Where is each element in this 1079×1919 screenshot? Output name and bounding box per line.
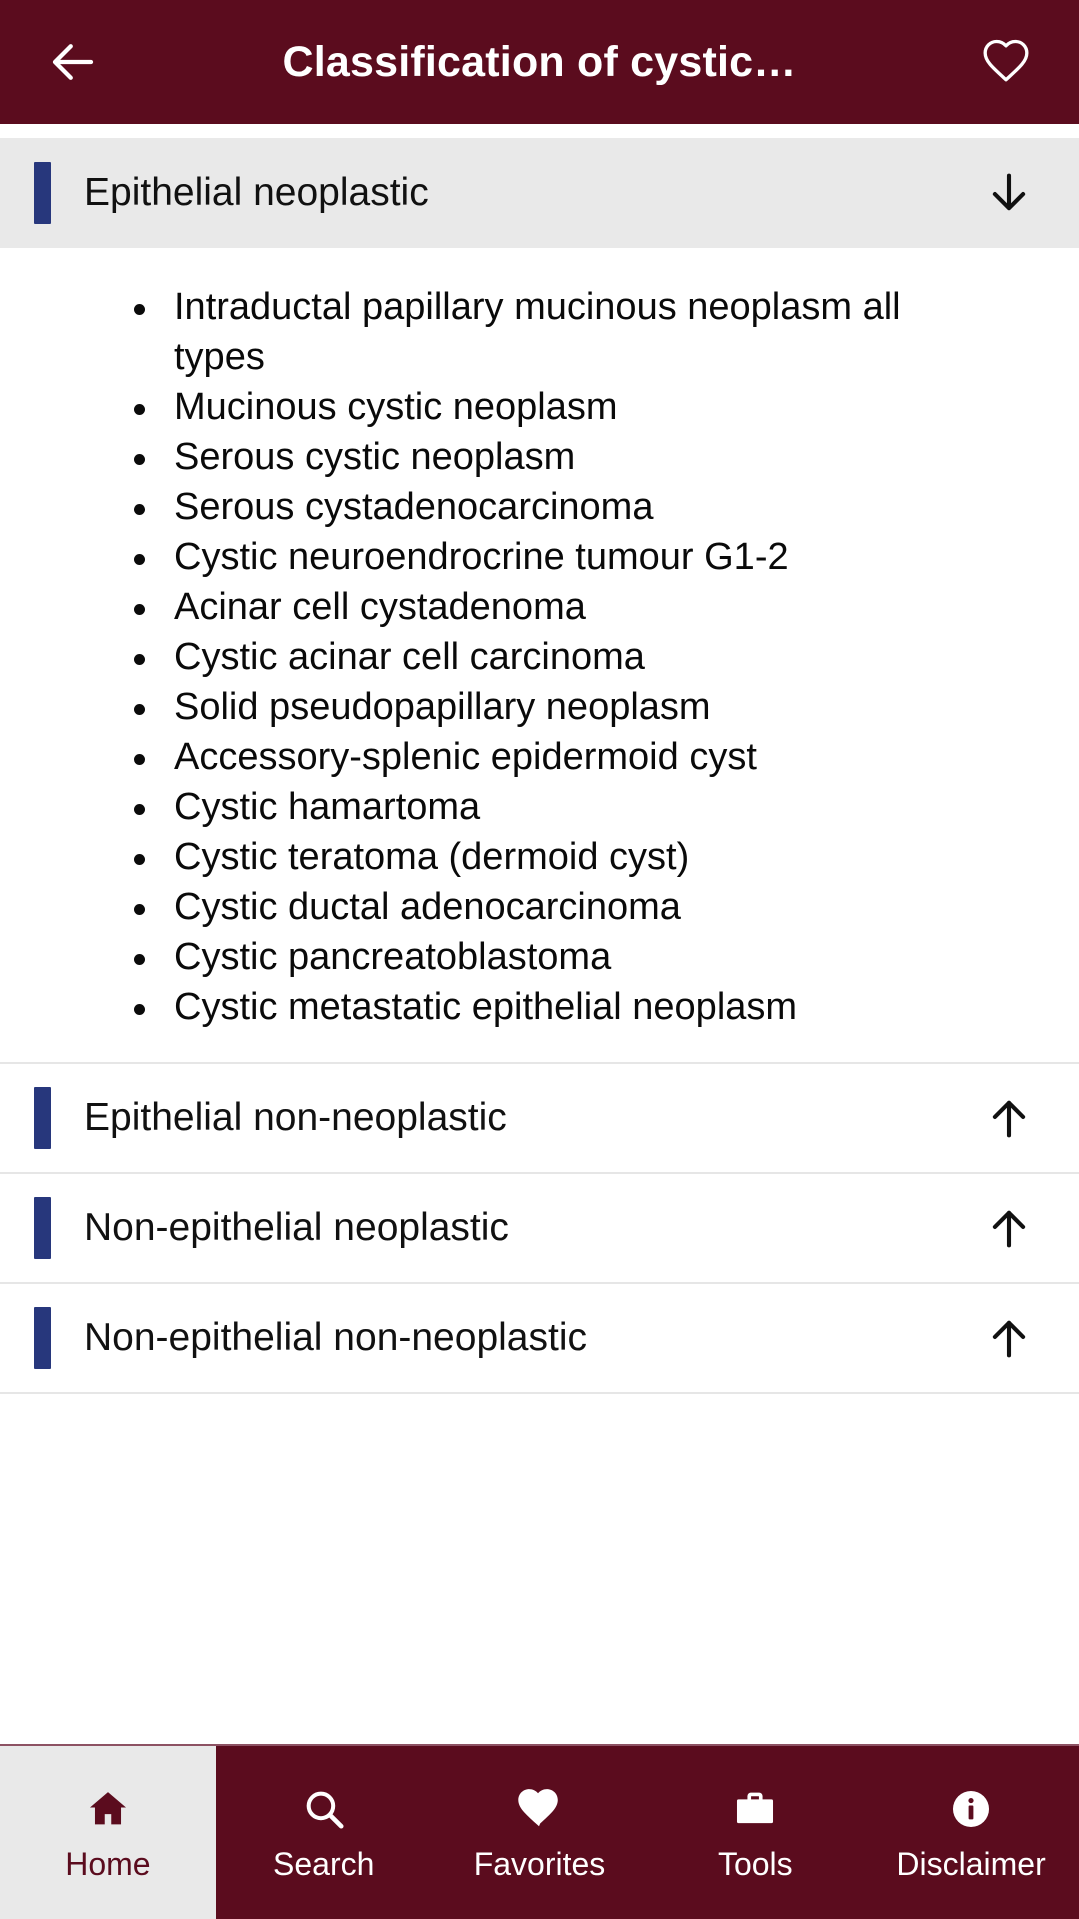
section-toggle-icon[interactable] [979,1202,1039,1254]
list-item: Cystic teratoma (dermoid cyst) [134,832,1049,882]
section-toggle-icon[interactable] [979,1312,1039,1364]
heart-outline-icon [983,39,1029,82]
arrow-left-icon [52,44,94,80]
content-filler [0,1394,1079,1554]
section-title: Epithelial non-neoplastic [84,1095,507,1139]
section-title: Non-epithelial non-neoplastic [84,1315,587,1359]
nav-label: Disclaimer [896,1845,1046,1882]
list-item: Acinar cell cystadenoma [134,582,1049,632]
section-title: Non-epithelial neoplastic [84,1205,509,1249]
arrow-down-icon [992,173,1026,211]
nav-label: Home [65,1845,151,1882]
list-item: Mucinous cystic neoplasm [134,382,1049,432]
list-item: Cystic acinar cell carcinoma [134,632,1049,682]
content-area[interactable]: Epithelial neoplastic Intraductal papill… [0,124,1079,1744]
arrow-up-icon [992,1100,1026,1138]
list-item: Cystic pancreatoblastoma [134,932,1049,982]
nav-label: Favorites [473,1845,606,1882]
arrow-up-icon [992,1210,1026,1248]
list-item: Cystic metastatic epithelial neoplasm [134,982,1049,1032]
header-shadow-strip [0,124,1079,138]
heart-filled-icon [516,1786,562,1832]
search-icon [301,1786,347,1832]
briefcase-icon [732,1786,778,1832]
info-circle-icon [948,1786,994,1832]
list-item: Serous cystadenocarcinoma [134,482,1049,532]
back-button[interactable] [34,23,112,101]
section-header-non-epithelial-neoplastic[interactable]: Non-epithelial neoplastic [0,1174,1079,1284]
page-title: Classification of cystic… [282,37,797,86]
section-header-epithelial-neoplastic[interactable]: Epithelial neoplastic [0,138,1079,248]
section-title: Epithelial neoplastic [84,170,429,214]
list-item: Intraductal papillary mucinous neoplasm … [134,282,1049,382]
list-item: Solid pseudopapillary neoplasm [134,682,1049,732]
section-toggle-icon[interactable] [979,167,1039,219]
section-accent-bar [34,162,51,224]
home-icon [85,1786,131,1832]
list-item: Cystic neuroendrocrine tumour G1-2 [134,532,1049,582]
list-item: Cystic hamartoma [134,782,1049,832]
arrow-up-icon [992,1320,1026,1358]
section-accent-bar [34,1197,51,1259]
app-bar: Classification of cystic… [0,0,1079,124]
nav-item-tools[interactable]: Tools [647,1746,863,1919]
section-accent-bar [34,1307,51,1369]
list-item: Cystic ductal adenocarcinoma [134,882,1049,932]
section-body-epithelial-neoplastic: Intraductal papillary mucinous neoplasm … [0,248,1079,1064]
nav-item-search[interactable]: Search [216,1746,432,1919]
nav-label: Search [273,1845,375,1882]
list-item: Serous cystic neoplasm [134,432,1049,482]
section-toggle-icon[interactable] [979,1092,1039,1144]
nav-item-home[interactable]: Home [0,1746,216,1919]
nav-item-disclaimer[interactable]: Disclaimer [863,1746,1079,1919]
bottom-navigation: Home Search Favorites Tools Disclaimer [0,1744,1079,1919]
classification-list: Intraductal papillary mucinous neoplasm … [30,282,1049,1032]
section-header-epithelial-non-neoplastic[interactable]: Epithelial non-neoplastic [0,1064,1079,1174]
favorite-button[interactable] [967,23,1045,101]
section-accent-bar [34,1087,51,1149]
section-header-non-epithelial-non-neoplastic[interactable]: Non-epithelial non-neoplastic [0,1284,1079,1394]
nav-label: Tools [717,1845,793,1882]
list-item: Accessory-splenic epidermoid cyst [134,732,1049,782]
nav-item-favorites[interactable]: Favorites [432,1746,648,1919]
app-root: Classification of cystic… Epithelial neo… [0,0,1079,1919]
